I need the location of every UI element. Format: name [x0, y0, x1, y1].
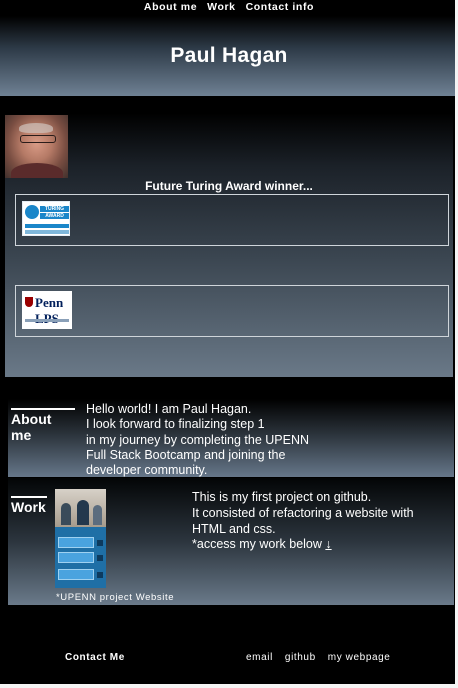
about-section: About me Hello world! I am Paul Hagan. I… — [8, 399, 454, 477]
penn-lps-logo: Penn LPS — [22, 291, 72, 329]
about-heading: About me — [11, 408, 75, 443]
work-text: This is my first project on github. It c… — [192, 490, 454, 553]
nav-link-about-me[interactable]: About me — [144, 1, 197, 13]
turing-award-logo: TURING AWARD — [22, 201, 70, 236]
footer-links: email github my webpage — [246, 652, 390, 663]
about-line: developer community. — [86, 463, 208, 478]
work-section: Work *UPENN project Website This is my f… — [8, 478, 454, 605]
hero-section: Future Turing Award winner... TURING AWA… — [5, 113, 453, 377]
contact-heading: Contact Me — [65, 652, 125, 663]
work-line: It consisted of refactoring a website wi… — [192, 505, 414, 520]
work-line: HTML and css. — [192, 521, 276, 536]
project-screenshot[interactable] — [55, 489, 106, 588]
about-line: Full Stack Bootcamp and joining the — [86, 447, 286, 462]
about-line: in my journey by completing the UPENN — [86, 432, 310, 447]
about-text: Hello world! I am Paul Hagan. I look for… — [86, 402, 326, 478]
work-line: This is my first project on github. — [192, 490, 372, 504]
about-line: Hello world! I am Paul Hagan. — [86, 402, 252, 416]
webpage-link[interactable]: my webpage — [328, 652, 391, 663]
github-link[interactable]: github — [285, 652, 316, 663]
tagline: Future Turing Award winner... — [145, 179, 313, 193]
top-nav: About me Work Contact info — [0, 0, 458, 14]
nav-link-contact-info[interactable]: Contact info — [246, 1, 314, 13]
nav-link-work[interactable]: Work — [207, 1, 235, 13]
turing-award-box: TURING AWARD — [15, 194, 449, 246]
profile-photo — [5, 115, 68, 178]
penn-lps-box: Penn LPS — [15, 285, 449, 337]
footer: Contact Me email github my webpage — [0, 640, 458, 676]
email-link[interactable]: email — [246, 652, 273, 663]
work-line: *access my work below ↓ — [192, 537, 332, 552]
down-arrow-icon: ↓ — [325, 537, 332, 552]
about-line: I look forward to finalizing step 1 — [86, 417, 265, 432]
page-header: Paul Hagan — [0, 16, 458, 96]
page-title: Paul Hagan — [170, 44, 288, 67]
bottom-edge — [0, 684, 458, 688]
work-heading: Work — [11, 496, 47, 515]
project-caption: *UPENN project Website — [56, 592, 175, 603]
